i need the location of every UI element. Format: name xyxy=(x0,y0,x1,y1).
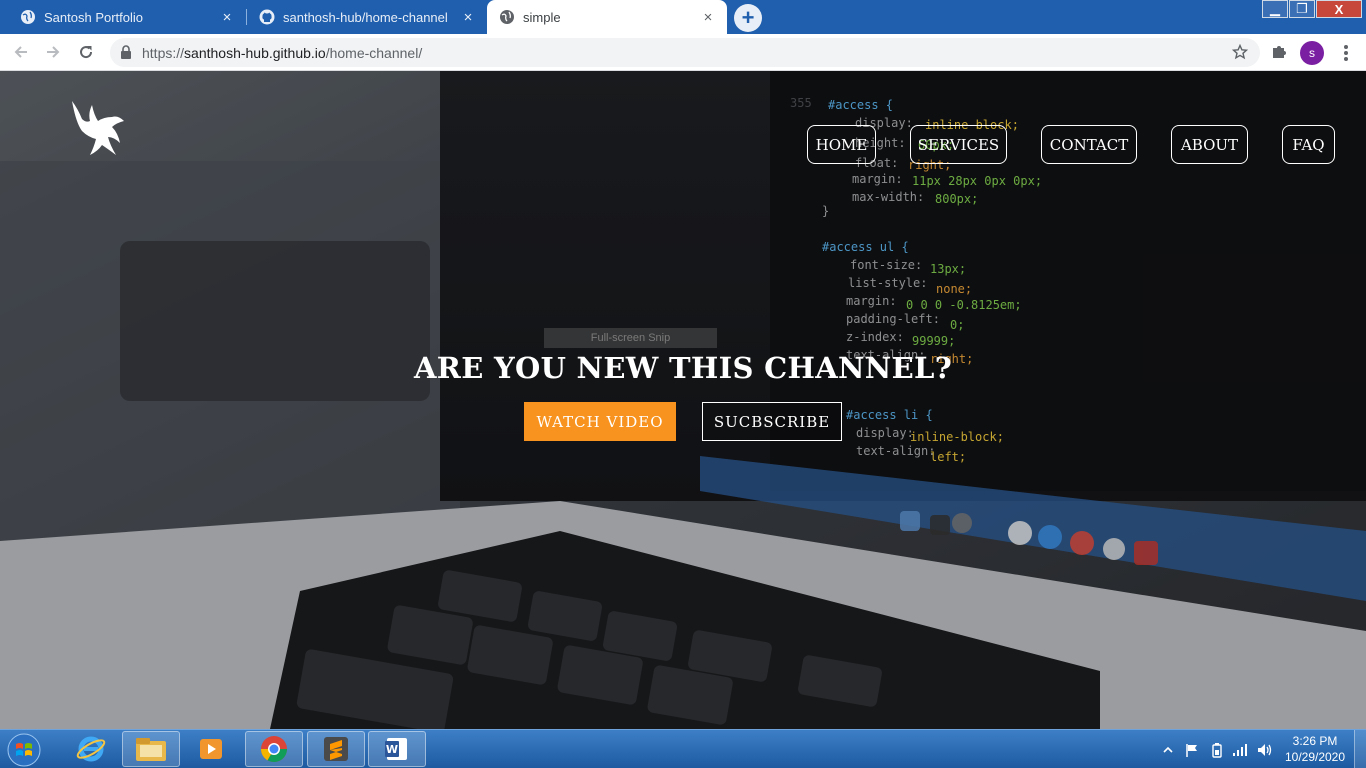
maximize-window-button[interactable]: ❐ xyxy=(1289,0,1315,18)
nav-about[interactable]: ABOUT xyxy=(1171,125,1248,164)
arrow-left-icon xyxy=(14,46,27,58)
lock-icon xyxy=(120,45,132,64)
microsoft-word-icon[interactable]: W xyxy=(368,731,426,767)
windows-logo-icon xyxy=(7,733,41,766)
hero-dark-overlay xyxy=(0,71,1366,729)
tab-title: santhosh-hub/home-channel xyxy=(283,9,448,25)
media-player-icon[interactable] xyxy=(182,731,240,767)
sublime-text-icon[interactable] xyxy=(307,731,365,767)
address-bar[interactable]: https://santhosh-hub.github.io/home-chan… xyxy=(110,38,1260,67)
tab-title: Santosh Portfolio xyxy=(44,9,144,25)
volume-icon[interactable] xyxy=(1256,730,1274,768)
globe-icon xyxy=(20,9,36,25)
internet-explorer-icon[interactable] xyxy=(62,731,120,767)
close-tab-icon[interactable]: × xyxy=(459,8,477,26)
browser-menu-button[interactable] xyxy=(1340,43,1352,63)
network-signal-icon[interactable] xyxy=(1232,730,1248,768)
chevron-up-icon xyxy=(1163,746,1173,753)
extensions-puzzle-icon[interactable] xyxy=(1270,43,1288,66)
bookmark-star-icon[interactable] xyxy=(1231,43,1249,65)
github-icon xyxy=(259,9,275,25)
windows-start-button[interactable] xyxy=(4,731,44,768)
back-button[interactable] xyxy=(9,40,33,64)
globe-icon xyxy=(499,9,515,25)
url-path: /home-channel/ xyxy=(325,45,423,61)
taskbar-clock[interactable]: 3:26 PM 10/29/2020 xyxy=(1280,733,1350,765)
nav-services[interactable]: SERVICES xyxy=(910,125,1007,164)
tab-home-channel-repo[interactable]: santhosh-hub/home-channel × xyxy=(247,0,487,34)
tab-title: simple xyxy=(523,9,561,25)
file-explorer-icon[interactable] xyxy=(122,731,180,767)
minimize-window-button[interactable]: ▁ xyxy=(1262,0,1288,18)
url-scheme: https:// xyxy=(142,45,185,61)
nav-contact[interactable]: CONTACT xyxy=(1041,125,1137,164)
new-tab-button[interactable]: + xyxy=(734,4,762,32)
snip-tooltip: Full-screen Snip xyxy=(544,328,717,348)
close-window-button[interactable]: X xyxy=(1316,0,1362,18)
action-center-flag-icon[interactable] xyxy=(1184,730,1200,768)
show-desktop-button[interactable] xyxy=(1354,730,1366,768)
eagle-logo-icon[interactable] xyxy=(68,99,128,163)
page-viewport: 355 #access { display: inline-block; heigh… xyxy=(0,71,1366,729)
address-url: https://santhosh-hub.github.io/home-chan… xyxy=(142,45,422,61)
clock-date: 10/29/2020 xyxy=(1284,750,1346,764)
reload-icon xyxy=(80,46,93,59)
tab-santosh-portfolio[interactable]: Santosh Portfolio × xyxy=(0,0,246,34)
subscribe-button[interactable]: SUCBSCRIBE xyxy=(702,402,842,441)
reload-button[interactable] xyxy=(74,40,98,64)
browser-toolbar: https://santhosh-hub.github.io/home-chan… xyxy=(0,34,1366,71)
svg-text:W: W xyxy=(386,743,398,756)
nav-faq[interactable]: FAQ xyxy=(1282,125,1335,164)
url-host: santhosh-hub.github.io xyxy=(184,45,326,61)
windows-taskbar: W 3:26 PM 10/29/2020 xyxy=(0,729,1366,768)
tab-simple[interactable]: simple × xyxy=(487,0,727,34)
arrow-right-icon xyxy=(47,46,60,58)
hero-headline: ARE YOU NEW THIS CHANNEL? xyxy=(414,351,952,385)
nav-home[interactable]: HOME xyxy=(807,125,876,164)
chrome-icon[interactable] xyxy=(245,731,303,767)
watch-video-button[interactable]: WATCH VIDEO xyxy=(524,402,676,441)
show-hidden-icons-button[interactable] xyxy=(1162,730,1174,768)
profile-avatar[interactable]: s xyxy=(1300,41,1324,65)
forward-button[interactable] xyxy=(41,40,65,64)
close-tab-icon[interactable]: × xyxy=(699,8,717,26)
close-tab-icon[interactable]: × xyxy=(218,8,236,26)
browser-tab-strip: Santosh Portfolio × santhosh-hub/home-ch… xyxy=(0,0,1366,34)
battery-icon[interactable] xyxy=(1210,730,1224,768)
clock-time: 3:26 PM xyxy=(1292,734,1338,748)
